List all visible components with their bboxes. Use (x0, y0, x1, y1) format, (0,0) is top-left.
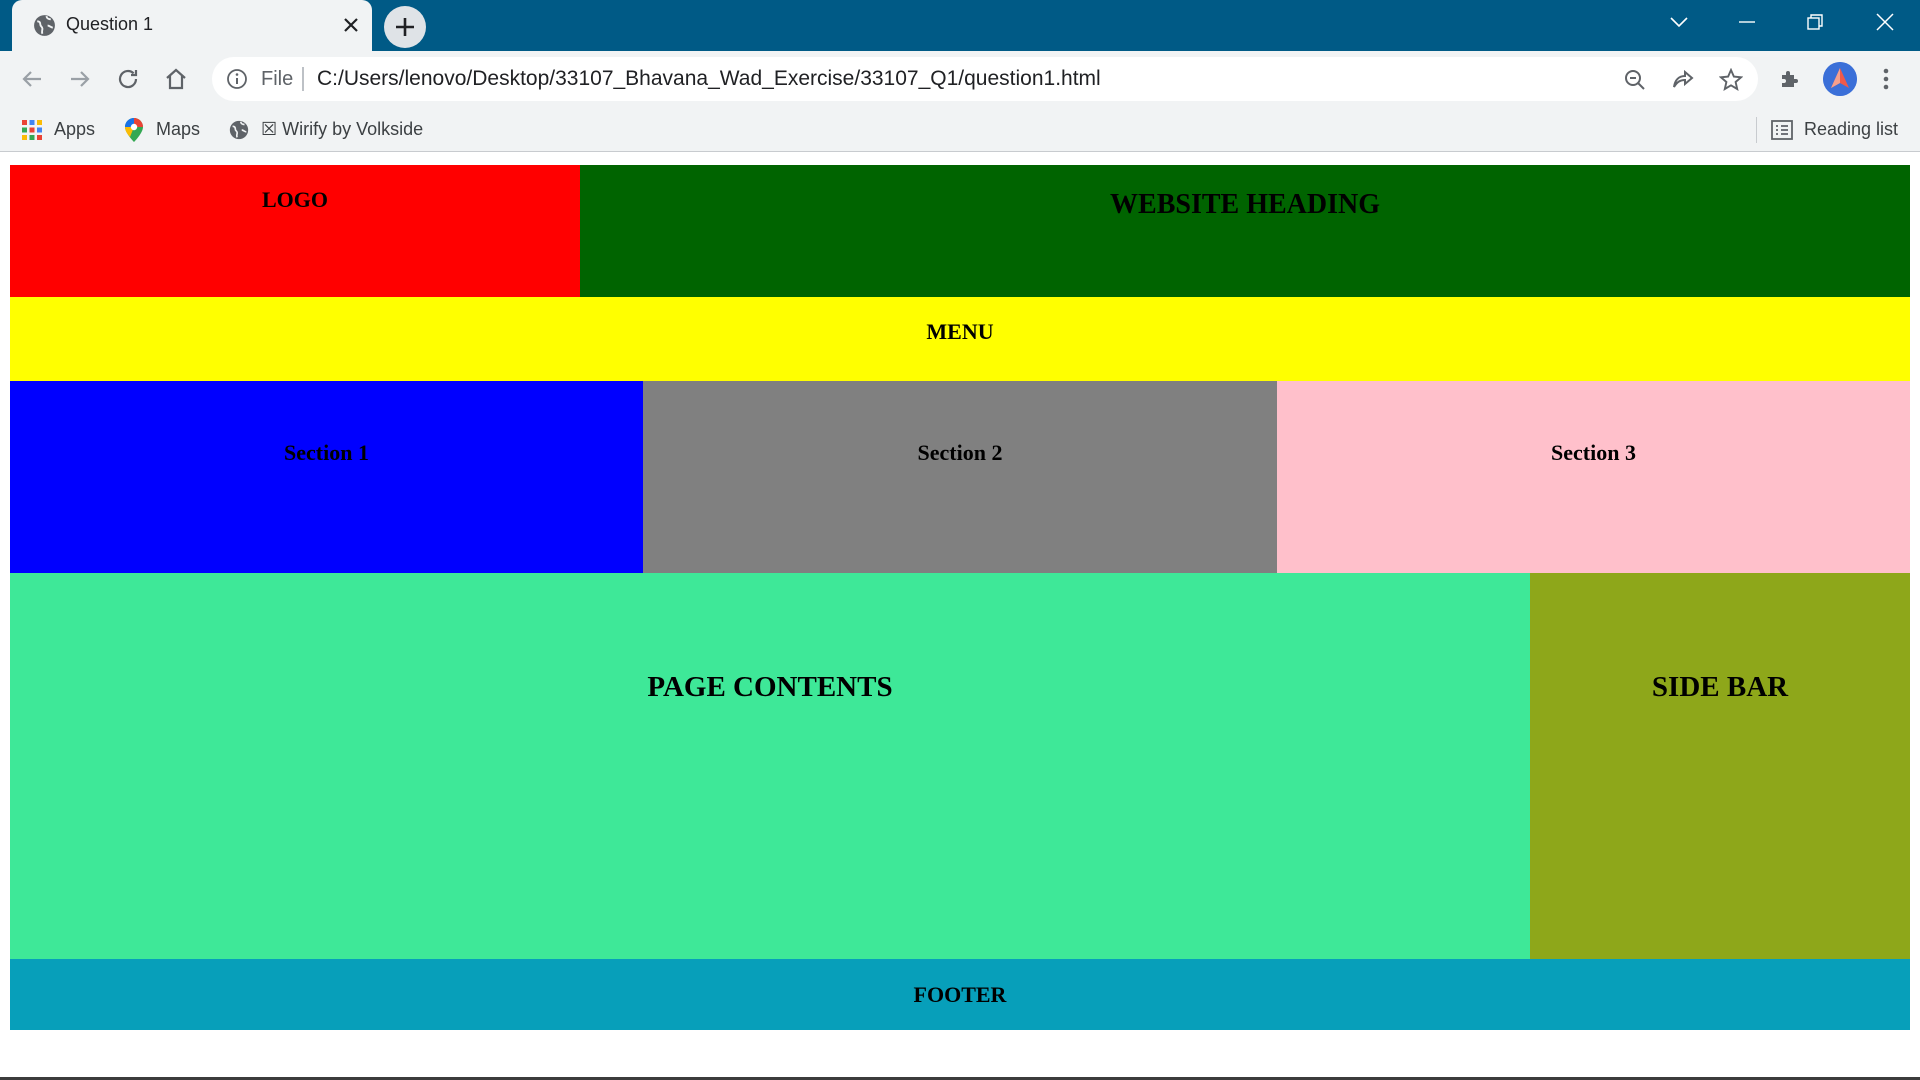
footer-block: FOOTER (10, 959, 1910, 1030)
bookmarks-bar: Apps Maps ☒ Wirify by Volkside Reading l… (0, 107, 1920, 152)
globe-icon (32, 13, 57, 38)
url-text[interactable]: C:/Users/lenovo/Desktop/33107_Bhavana_Wa… (317, 67, 1101, 91)
section-3-text: Section 3 (1551, 440, 1636, 465)
logo-block: LOGO (10, 165, 580, 297)
browser-tab[interactable]: Question 1 (12, 0, 372, 51)
website-heading-text: WEBSITE HEADING (1110, 189, 1380, 220)
globe-icon (227, 118, 251, 142)
maps-pin-icon (122, 117, 146, 142)
scheme-label: File (261, 68, 294, 90)
section-2-text: Section 2 (917, 440, 1003, 465)
close-tab-icon[interactable] (338, 12, 364, 38)
minimize-button[interactable] (1714, 0, 1780, 44)
apps-grid-icon (20, 118, 44, 142)
sidebar-block: SIDE BAR (1530, 573, 1910, 959)
reading-list-label: Reading list (1804, 119, 1899, 139)
back-arrow-icon[interactable] (16, 63, 48, 95)
bookmark-label: ☒ Wirify by Volkside (261, 119, 424, 139)
restore-button[interactable] (1782, 0, 1848, 44)
more-menu-icon[interactable] (1870, 63, 1902, 95)
site-info-icon[interactable] (226, 68, 248, 90)
profile-avatar[interactable] (1823, 62, 1857, 96)
new-tab-button[interactable] (384, 6, 426, 48)
bookmark-label: Maps (156, 119, 201, 139)
address-bar[interactable]: File C:/Users/lenovo/Desktop/33107_Bhava… (212, 57, 1758, 101)
browser-title-bar: Question 1 (0, 0, 1920, 51)
reading-list-icon (1770, 118, 1794, 142)
bookmark-star-icon[interactable] (1718, 67, 1744, 93)
home-icon[interactable] (160, 63, 192, 95)
page-contents-text: PAGE CONTENTS (647, 671, 893, 703)
address-divider (302, 67, 304, 91)
menu-text: MENU (926, 319, 994, 344)
zoom-icon[interactable] (1622, 67, 1648, 93)
extensions-puzzle-icon[interactable] (1774, 63, 1806, 95)
sidebar-text: SIDE BAR (1651, 671, 1789, 703)
bookmarks-divider (1756, 117, 1757, 143)
bookmark-wirify[interactable]: ☒ Wirify by Volkside (227, 107, 423, 152)
tab-search-chevron-icon[interactable] (1646, 0, 1712, 44)
section-1-block: Section 1 (10, 381, 643, 573)
menu-block: MENU (10, 297, 1910, 381)
page-viewport: LOGO WEBSITE HEADING MENU Section 1 Sect… (0, 152, 1920, 1080)
logo-text: LOGO (261, 187, 328, 212)
page-contents-block: PAGE CONTENTS (10, 573, 1530, 959)
section-3-block: Section 3 (1277, 381, 1910, 573)
forward-arrow-icon[interactable] (64, 63, 96, 95)
website-heading-block: WEBSITE HEADING (580, 165, 1910, 297)
close-window-button[interactable] (1852, 0, 1918, 44)
bookmark-apps[interactable]: Apps (20, 107, 95, 152)
section-2-block: Section 2 (643, 381, 1277, 573)
footer-text: FOOTER (913, 982, 1007, 1007)
tab-title: Question 1 (66, 14, 154, 34)
browser-toolbar: File C:/Users/lenovo/Desktop/33107_Bhava… (0, 51, 1920, 107)
reading-list-button[interactable]: Reading list (1770, 107, 1898, 152)
section-1-text: Section 1 (284, 440, 369, 465)
reload-icon[interactable] (112, 63, 144, 95)
bookmark-label: Apps (54, 119, 96, 139)
bookmark-maps[interactable]: Maps (122, 107, 200, 152)
share-icon[interactable] (1670, 67, 1696, 93)
